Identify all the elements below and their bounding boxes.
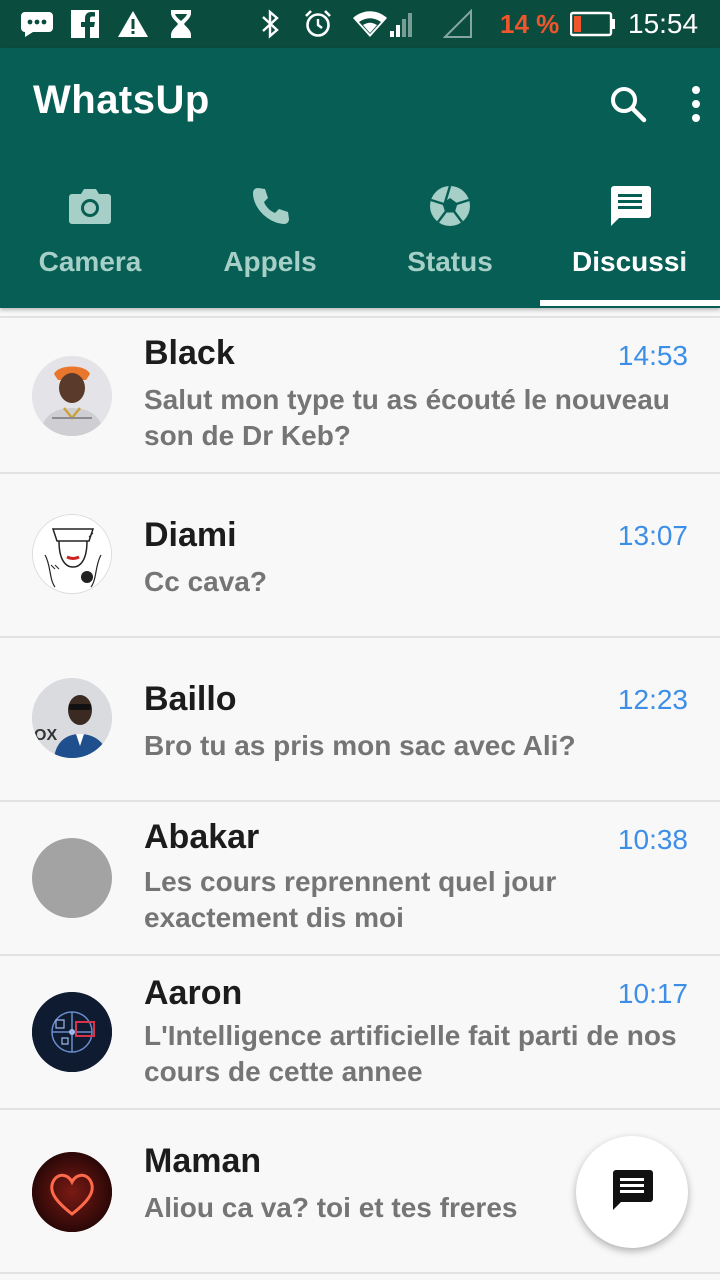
chat-name: Maman bbox=[144, 1142, 262, 1180]
chat-item-black[interactable]: Black 14:53 Salut mon type tu as écouté … bbox=[0, 318, 720, 474]
chat-time: 14:53 bbox=[617, 340, 688, 371]
chat-list: Black 14:53 Salut mon type tu as écouté … bbox=[0, 316, 720, 1280]
tab-indicator bbox=[540, 300, 720, 306]
avatar[interactable] bbox=[32, 514, 112, 594]
battery-percent: 14 % bbox=[500, 9, 560, 39]
chat-name: Aaron bbox=[144, 974, 243, 1012]
chat-message: Salut mon type tu as écouté le nouveau s… bbox=[144, 384, 670, 451]
chat-time: 10:38 bbox=[617, 824, 688, 855]
more-vert-icon bbox=[676, 86, 716, 132]
chat-name: Abakar bbox=[144, 818, 260, 856]
avatar[interactable]: OX bbox=[32, 678, 112, 758]
chat-item-abakar[interactable]: Abakar 10:38 Les cours reprennent quel j… bbox=[0, 802, 720, 956]
avatar[interactable] bbox=[32, 356, 112, 436]
tab-label: Status bbox=[407, 246, 493, 277]
alarm-icon bbox=[302, 8, 334, 40]
tab-camera[interactable]: Camera bbox=[0, 172, 180, 308]
chat-name: Baillo bbox=[144, 680, 237, 718]
chat-name: Black bbox=[144, 334, 235, 372]
chat-item-baillo[interactable]: OX Baillo 12:23 Bro tu as pris mon sac a… bbox=[0, 638, 720, 802]
camera-icon bbox=[64, 180, 116, 232]
search-button[interactable] bbox=[604, 80, 652, 128]
svg-text:OX: OX bbox=[34, 727, 57, 744]
chat-message: L'Intelligence artificielle fait parti d… bbox=[144, 1020, 677, 1087]
battery-icon bbox=[570, 8, 616, 40]
chat-time: 12:23 bbox=[617, 684, 688, 715]
tab-status[interactable]: Status bbox=[360, 172, 540, 308]
avatar[interactable] bbox=[32, 992, 112, 1072]
new-chat-icon bbox=[610, 1168, 654, 1217]
tab-calls[interactable]: Appels bbox=[180, 172, 360, 308]
status-bar: 14 % 15:54 bbox=[0, 0, 720, 48]
signal-empty-icon bbox=[442, 8, 474, 40]
chat-time: 13:07 bbox=[617, 520, 688, 551]
chat-icon bbox=[604, 180, 656, 232]
tab-label: Appels bbox=[223, 246, 317, 277]
hourglass-icon bbox=[168, 8, 194, 40]
warning-icon bbox=[116, 8, 150, 40]
app-bar: WhatsUp Camera Appels Status Discussi bbox=[0, 48, 720, 308]
tab-chats[interactable]: Discussi bbox=[540, 172, 720, 308]
facebook-icon bbox=[70, 8, 100, 40]
aperture-icon bbox=[424, 180, 476, 232]
search-icon bbox=[604, 87, 652, 132]
tab-bar: Camera Appels Status Discussi bbox=[0, 172, 720, 308]
avatar[interactable] bbox=[32, 838, 112, 918]
avatar[interactable] bbox=[32, 1152, 112, 1232]
chat-item-diami[interactable]: Diami 13:07 Cc cava? bbox=[0, 474, 720, 638]
message-icon bbox=[18, 8, 56, 40]
tab-label: Camera bbox=[38, 246, 142, 277]
chat-name: Diami bbox=[144, 516, 237, 554]
bluetooth-icon bbox=[258, 8, 282, 40]
clock: 15:54 bbox=[628, 8, 699, 39]
new-chat-button[interactable] bbox=[576, 1136, 688, 1248]
more-options-button[interactable] bbox=[676, 80, 716, 128]
phone-icon bbox=[244, 180, 296, 232]
wifi-icon bbox=[352, 8, 388, 40]
app-title: WhatsUp bbox=[33, 78, 210, 122]
signal-icon bbox=[388, 8, 414, 40]
chat-message: Les cours reprennent quel jour exactemen… bbox=[144, 866, 557, 933]
chat-time: 10:17 bbox=[617, 978, 688, 1009]
chat-item-aaron[interactable]: Aaron 10:17 L'Intelligence artificielle … bbox=[0, 956, 720, 1110]
chat-message: Bro tu as pris mon sac avec Ali? bbox=[144, 730, 576, 761]
chat-message: Cc cava? bbox=[144, 566, 267, 597]
